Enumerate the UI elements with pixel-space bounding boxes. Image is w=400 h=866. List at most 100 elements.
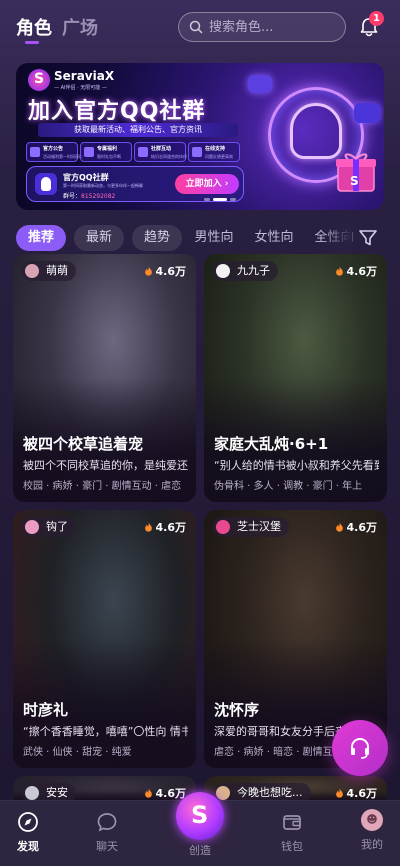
qq-group-name: 官方QQ社群 [63,173,109,182]
character-description: “擦个香香睡觉，嘻嘻”〇性向 情书 [23,725,188,738]
wallet-icon [283,815,301,830]
creator-name: 钩了 [46,520,68,533]
pagination-dot[interactable] [230,198,236,201]
creator-tag[interactable]: 钩了 [22,517,76,537]
flame-icon [144,266,152,276]
character-card[interactable]: 钩了 4.6万 时彦礼 “擦个香香睡觉，嘻嘻”〇性向 情书 武侠 · 仙侠 · … [13,510,196,768]
popularity-count: 4.6万 [335,519,378,535]
popularity-count: 4.6万 [144,263,186,279]
create-button[interactable]: S [176,792,224,840]
creator-name: 今晚也想吃... [237,786,303,799]
customer-support-button[interactable] [332,720,388,776]
message-lines-icon [354,103,380,123]
announcement-icon [30,147,40,157]
creator-name: 萌萌 [46,264,68,277]
creator-avatar [216,786,230,800]
popularity-count: 4.6万 [335,263,378,279]
brand-logo-icon: S [28,69,50,91]
creator-avatar [25,264,39,278]
popularity-value: 4.6万 [346,265,378,278]
tab-square[interactable]: 广场 [62,14,98,40]
character-tags: 武侠 · 仙侠 · 甜宠 · 纯爱 [23,747,132,758]
character-card[interactable]: 萌萌 4.6万 被四个校草追着宠 被四个不同校草追的你，是纯爱还是修罗场 校园 … [13,254,196,502]
top-header: 角色 广场 1 [0,0,400,56]
creator-avatar [216,520,230,534]
creator-avatar [25,520,39,534]
tab-role-underline [25,41,39,44]
qq-num-label: 群号： [63,193,82,200]
popularity-count: 4.6万 [335,785,378,801]
flame-icon [144,788,152,798]
feature-welfare: 专属福利 限时礼包不断 [80,142,132,162]
chat-bubble-icon [248,75,272,93]
filter-trending[interactable]: 趋势 [132,225,182,251]
nav-wallet[interactable]: 钱包 [262,809,322,859]
gift-icon [84,147,94,157]
pagination-dot[interactable] [204,198,210,201]
character-tags: 伪骨科 · 多人 · 调教 · 豪门 · 年上 [214,481,363,492]
notification-badge: 1 [369,11,384,26]
filter-fade [322,222,352,254]
character-title: 被四个校草追着宠 [23,435,144,453]
nav-me[interactable]: ☻ 我的 [342,809,400,859]
banner-title: 加入官方QQ社群 [28,99,206,124]
search-input[interactable] [209,18,339,36]
user-avatar: ☻ [361,809,383,831]
compass-icon [18,812,38,832]
qq-num-value: 815292082 [81,193,116,200]
character-card[interactable]: 九九子 4.6万 家庭大乱炖·6+1 “别人给的情书被小叔和养父先看到了” 伪骨… [204,254,387,502]
feature-support: 在线支持 问题反馈更高效 [188,142,240,162]
qq-penguin-icon [35,173,57,195]
tab-role[interactable]: 角色 [16,14,52,40]
feature-sub: 活动福利第一时间获取 [43,154,83,159]
filter-recommend[interactable]: 推荐 [16,225,66,251]
search-icon [189,20,203,34]
popularity-value: 4.6万 [346,787,378,800]
users-icon [138,147,148,157]
join-now-button[interactable]: 立即加入 › [175,174,239,194]
creator-name: 九九子 [237,264,270,277]
creator-tag[interactable]: 芝士汉堡 [213,517,289,537]
creator-name: 芝士汉堡 [237,520,281,533]
filter-male[interactable]: 男性向 [188,225,240,251]
character-tags: 校园 · 病娇 · 豪门 · 剧情互动 · 虐恋 [23,481,182,492]
popularity-count: 4.6万 [144,519,187,535]
search-box[interactable] [178,12,346,42]
filter-latest[interactable]: 最新 [74,225,124,251]
creator-avatar [25,786,39,800]
banner-subtitle: 获取最新活动、福利公告、官方资讯 [38,123,238,137]
filter-funnel-icon[interactable] [358,229,378,247]
popularity-value: 4.6万 [346,521,378,534]
filter-female[interactable]: 女性向 [248,225,300,251]
character-title: 沈怀序 [214,701,260,719]
feature-sub: 结识志同道合的伙伴 [151,154,187,159]
nav-discover-label: 发现 [17,840,39,853]
banner-pagination [204,198,236,201]
feature-title: 社群互动 [151,146,172,152]
brand-sub: — AI伴侣 · 无限可能 — [54,85,107,91]
feature-sub: 限时礼包不断 [97,154,121,159]
headset-icon [192,147,202,157]
flame-icon [335,788,343,798]
feature-announcement: 官方公告 活动福利第一时间获取 [26,142,83,162]
feature-title: 在线支持 [205,146,226,152]
popularity-value: 4.6万 [155,521,187,534]
character-title: 家庭大乱炖·6+1 [214,435,329,453]
nav-create-label: 创造 [189,844,211,857]
brand-s-icon: S [191,801,209,829]
creator-tag[interactable]: 萌萌 [22,261,76,281]
creator-name: 安安 [46,786,68,799]
headset-icon [351,737,369,759]
nav-chat-label: 聊天 [96,840,118,853]
flame-icon [144,522,152,532]
nav-chat[interactable]: 聊天 [77,809,137,859]
qq-group-banner[interactable]: S SeraviaX — AI伴侣 · 无限可能 — 加入官方QQ社群 获取最新… [16,63,384,210]
nav-discover[interactable]: 发现 [0,809,58,859]
nav-wallet-label: 钱包 [281,840,303,853]
creator-avatar [216,264,230,278]
chat-bubble-icon [97,813,117,832]
creator-tag[interactable]: 九九子 [213,261,278,281]
pagination-dot-active[interactable] [213,198,227,201]
feature-title: 专属福利 [97,146,118,152]
nav-me-label: 我的 [361,838,383,851]
